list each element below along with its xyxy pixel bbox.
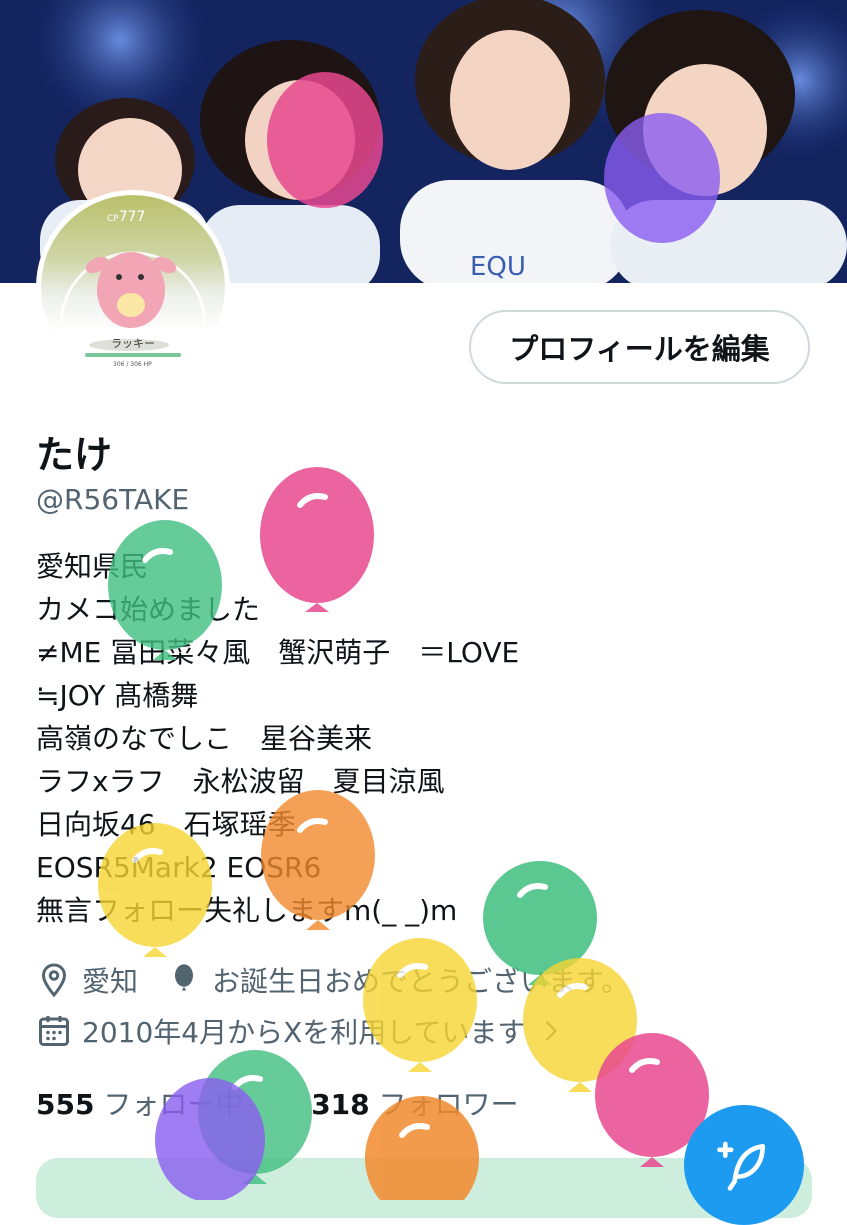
hp-bar <box>85 353 181 357</box>
cp-label: CP777 <box>107 209 146 225</box>
bio-line: 高嶺のなでしこ 星谷美来 <box>36 722 373 755</box>
bio-line: ≒JOY 髙橋舞 <box>36 679 199 712</box>
profile-avatar[interactable]: CP777 ラッキー 306 / 306 HP <box>36 190 230 384</box>
profile-bio: 愛知県民 カメコ始めました ≠ME 冨田菜々風 蟹沢萌子 ＝LOVE ≒JOY … <box>36 545 796 932</box>
pokemon-name: ラッキー <box>111 337 155 350</box>
balloon-icon <box>175 964 194 991</box>
following-label: フォロー中 <box>103 1088 244 1121</box>
calendar-icon <box>39 1016 69 1046</box>
location-pin-icon <box>41 963 67 998</box>
follow-stats: 555 フォロー中 318 フォロワー <box>36 1083 519 1123</box>
followers-count: 318 <box>311 1088 370 1121</box>
bio-line: 無言フォロー失礼しますm(_ _)m <box>36 894 458 927</box>
birthday-text: お誕生日おめでとうございます。 <box>212 965 630 998</box>
profile-meta-row: 愛知 お誕生日おめでとうございます。 <box>36 960 629 1000</box>
edit-profile-button[interactable]: プロフィールを編集 <box>469 310 810 384</box>
following-count: 555 <box>36 1088 95 1121</box>
followers-label: フォロワー <box>378 1088 519 1121</box>
chevron-right-icon <box>545 1020 558 1042</box>
bio-line: カメコ始めました <box>36 593 261 626</box>
bio-line: ≠ME 冨田菜々風 蟹沢萌子 ＝LOVE <box>36 636 520 669</box>
hp-text: 306 / 306 HP <box>113 361 152 368</box>
display-name: たけ <box>36 433 113 477</box>
compose-post-button[interactable] <box>684 1105 804 1225</box>
location-text: 愛知 <box>82 965 139 998</box>
joined-text: 2010年4月からXを利用しています <box>82 1016 526 1049</box>
bio-line: 愛知県民 <box>36 550 149 583</box>
svg-text:EQU: EQU <box>470 252 526 282</box>
following-link[interactable]: 555 フォロー中 <box>36 1088 243 1121</box>
bio-line: ラフxラフ 永松波留 夏目涼風 <box>36 765 445 798</box>
bio-line: 日向坂46 石塚瑶季 <box>36 808 296 841</box>
balloon-icon <box>363 938 477 1072</box>
followers-link[interactable]: 318 フォロワー <box>311 1088 518 1121</box>
avatar-image: CP777 ラッキー 306 / 306 HP <box>41 195 225 379</box>
compose-post-icon <box>717 1141 765 1191</box>
joined-row[interactable]: 2010年4月からXを利用しています <box>36 1011 565 1051</box>
user-handle: @R56TAKE <box>36 483 190 516</box>
bio-line: EOSR5Mark2 EOSR6 <box>36 851 322 884</box>
